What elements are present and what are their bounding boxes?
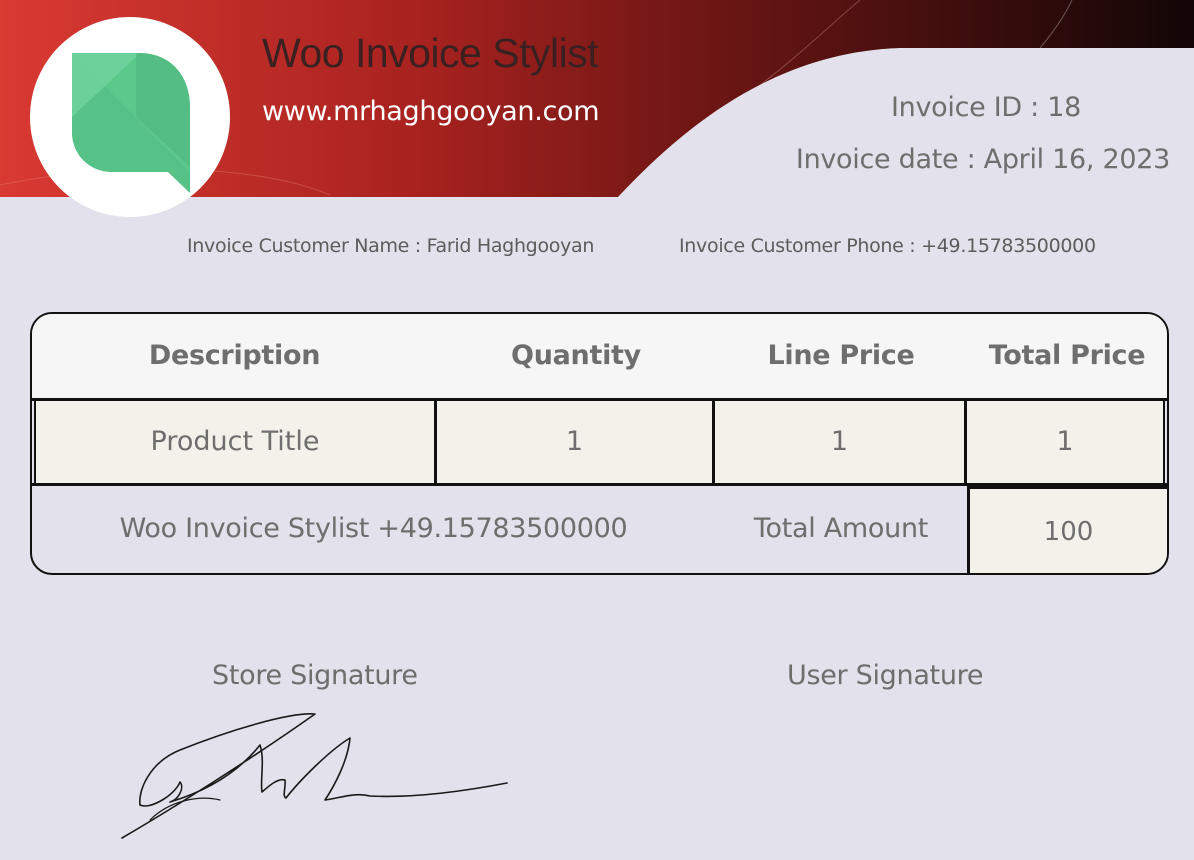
table-footer: Woo Invoice Stylist +49.15783500000 Tota… — [32, 486, 1167, 573]
customer-name: Invoice Customer Name : Farid Haghgooyan — [187, 235, 595, 257]
total-amount-value: 100 — [967, 486, 1167, 573]
store-url: www.mrhaghgooyan.com — [262, 96, 600, 127]
header-line-price: Line Price — [767, 340, 915, 371]
cell-description: Product Title — [34, 401, 437, 483]
header-description: Description — [148, 340, 321, 371]
cell-line-price: 1 — [715, 401, 967, 483]
customer-phone: Invoice Customer Phone : +49.15783500000 — [679, 235, 1096, 257]
header-total-price: Total Price — [988, 340, 1146, 371]
cell-quantity: 1 — [437, 401, 715, 483]
invoice-date: Invoice date : April 16, 2023 — [795, 144, 1170, 175]
table-row: Product Title 1 1 1 — [32, 398, 1167, 486]
store-title: Woo Invoice Stylist — [262, 30, 599, 76]
header-quantity: Quantity — [511, 340, 641, 371]
invoice-id: Invoice ID : 18 — [891, 92, 1081, 123]
invoice-table: Description Quantity Line Price Total Pr… — [30, 312, 1169, 575]
table-header: Description Quantity Line Price Total Pr… — [32, 314, 1167, 398]
leaf-chat-logo-icon — [72, 53, 190, 193]
cell-total-price: 1 — [967, 401, 1165, 483]
user-signature-label: User Signature — [787, 660, 984, 691]
total-amount-label: Total Amount — [753, 513, 929, 544]
store-signature-image — [121, 713, 508, 839]
store-signature-label: Store Signature — [212, 660, 418, 691]
footer-note: Woo Invoice Stylist +49.15783500000 — [119, 513, 628, 544]
